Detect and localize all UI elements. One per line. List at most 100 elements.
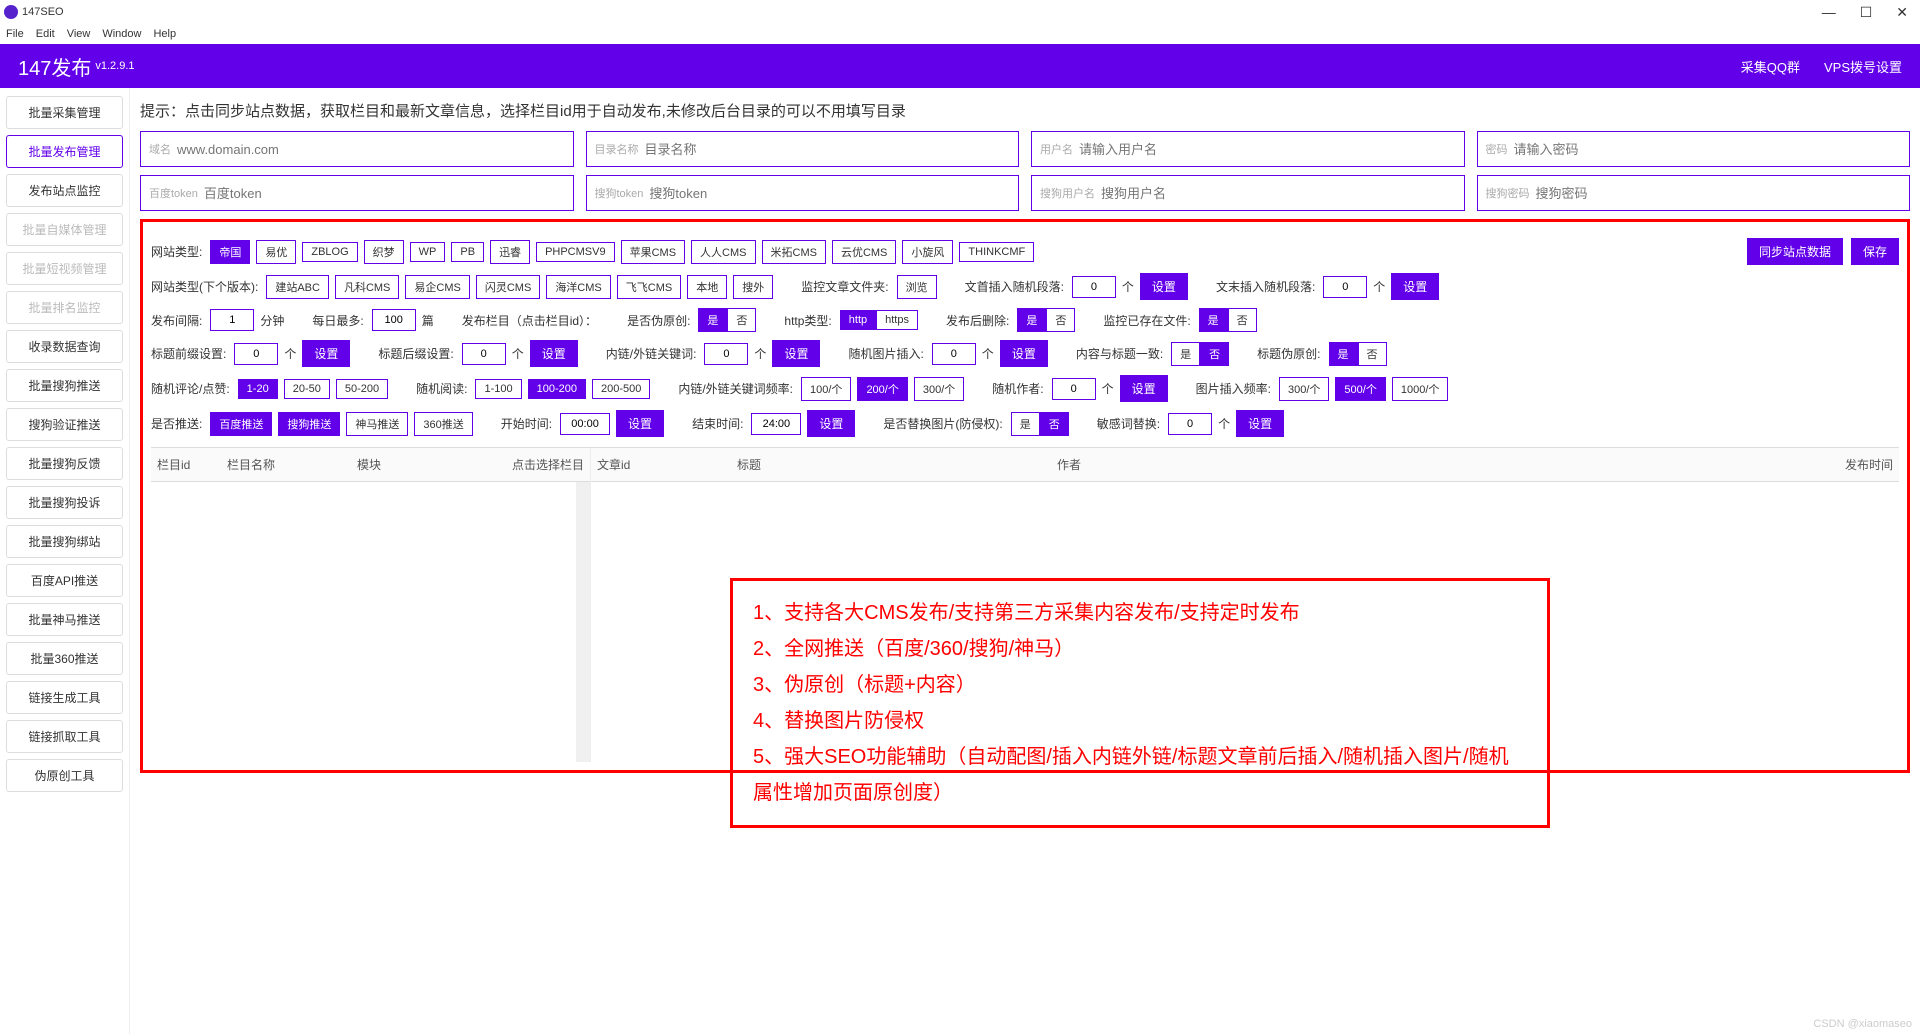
th-col-id[interactable]: 栏目id bbox=[151, 448, 221, 481]
input-title-prefix[interactable] bbox=[234, 343, 278, 365]
sidebar-item-1[interactable]: 批量发布管理 bbox=[6, 135, 123, 168]
input-sgpwd[interactable] bbox=[1536, 186, 1902, 201]
toggle-replace-img[interactable]: 是否 bbox=[1011, 412, 1069, 436]
th-article-author[interactable]: 作者 bbox=[1051, 448, 1819, 481]
set-rand-img[interactable]: 设置 bbox=[1000, 340, 1048, 367]
sidebar-item-5[interactable]: 批量排名监控 bbox=[6, 291, 123, 324]
th-article-id[interactable]: 文章id bbox=[591, 448, 731, 481]
set-prefix-button[interactable]: 设置 bbox=[1140, 273, 1188, 300]
opt-imgfreq-2[interactable]: 1000/个 bbox=[1392, 377, 1449, 401]
tag-sitetype-11[interactable]: 云优CMS bbox=[832, 240, 896, 264]
tag-next-1[interactable]: 凡科CMS bbox=[335, 275, 399, 299]
menu-window[interactable]: Window bbox=[102, 28, 141, 40]
opt-push-3[interactable]: 360推送 bbox=[414, 412, 472, 436]
tag-next-0[interactable]: 建站ABC bbox=[266, 275, 329, 299]
sidebar-item-3[interactable]: 批量自媒体管理 bbox=[6, 213, 123, 246]
input-domain[interactable] bbox=[177, 142, 565, 157]
input-pwd[interactable] bbox=[1514, 142, 1902, 157]
tag-sitetype-4[interactable]: WP bbox=[410, 242, 446, 262]
sidebar-item-15[interactable]: 链接生成工具 bbox=[6, 681, 123, 714]
opt-comment-0[interactable]: 1-20 bbox=[238, 379, 278, 399]
browse-button[interactable]: 浏览 bbox=[897, 275, 937, 299]
opt-read-0[interactable]: 1-100 bbox=[475, 379, 521, 399]
maximize-button[interactable]: ☐ bbox=[1860, 4, 1873, 21]
input-sensitive[interactable] bbox=[1168, 413, 1212, 435]
tag-sitetype-1[interactable]: 易优 bbox=[256, 240, 296, 264]
opt-read-1[interactable]: 100-200 bbox=[528, 379, 586, 399]
input-interval[interactable] bbox=[210, 309, 254, 331]
set-author[interactable]: 设置 bbox=[1120, 375, 1168, 402]
sidebar-item-13[interactable]: 批量神马推送 bbox=[6, 603, 123, 636]
menu-file[interactable]: File bbox=[6, 28, 24, 40]
minimize-button[interactable]: — bbox=[1822, 4, 1836, 21]
set-link-kw[interactable]: 设置 bbox=[772, 340, 820, 367]
toggle-exist[interactable]: 是否 bbox=[1199, 308, 1257, 332]
th-article-time[interactable]: 发布时间 bbox=[1819, 448, 1899, 481]
opt-push-2[interactable]: 神马推送 bbox=[346, 412, 408, 436]
toggle-title-pseudo[interactable]: 是否 bbox=[1329, 342, 1387, 366]
input-suffix-para[interactable] bbox=[1323, 276, 1367, 298]
th-article-title[interactable]: 标题 bbox=[731, 448, 1051, 481]
sync-site-button[interactable]: 同步站点数据 bbox=[1747, 238, 1843, 265]
th-col-module[interactable]: 模块 bbox=[351, 448, 471, 481]
input-sguser[interactable] bbox=[1101, 186, 1456, 201]
save-button[interactable]: 保存 bbox=[1851, 238, 1899, 265]
tag-next-3[interactable]: 闪灵CMS bbox=[476, 275, 540, 299]
sidebar-item-12[interactable]: 百度API推送 bbox=[6, 564, 123, 597]
sidebar-item-4[interactable]: 批量短视频管理 bbox=[6, 252, 123, 285]
tag-sitetype-6[interactable]: 迅睿 bbox=[490, 240, 530, 264]
input-sgtoken[interactable] bbox=[649, 186, 1010, 201]
opt-linkfreq-0[interactable]: 100/个 bbox=[801, 377, 851, 401]
th-col-select[interactable]: 点击选择栏目 bbox=[471, 448, 590, 481]
tag-sitetype-3[interactable]: 织梦 bbox=[364, 240, 404, 264]
input-start-time[interactable] bbox=[560, 413, 610, 435]
sidebar-item-10[interactable]: 批量搜狗投诉 bbox=[6, 486, 123, 519]
opt-linkfreq-2[interactable]: 300/个 bbox=[914, 377, 964, 401]
input-dir[interactable] bbox=[645, 142, 1011, 157]
input-user[interactable] bbox=[1079, 142, 1456, 157]
opt-imgfreq-1[interactable]: 500/个 bbox=[1335, 377, 1385, 401]
input-rand-img[interactable] bbox=[932, 343, 976, 365]
opt-push-1[interactable]: 搜狗推送 bbox=[278, 412, 340, 436]
tag-sitetype-8[interactable]: 苹果CMS bbox=[621, 240, 685, 264]
sidebar-item-7[interactable]: 批量搜狗推送 bbox=[6, 369, 123, 402]
tag-next-6[interactable]: 本地 bbox=[687, 275, 727, 299]
close-button[interactable]: ✕ bbox=[1896, 4, 1908, 21]
opt-linkfreq-1[interactable]: 200/个 bbox=[857, 377, 907, 401]
input-author[interactable] bbox=[1052, 378, 1096, 400]
set-sensitive[interactable]: 设置 bbox=[1236, 410, 1284, 437]
menu-help[interactable]: Help bbox=[153, 28, 176, 40]
set-title-suffix[interactable]: 设置 bbox=[530, 340, 578, 367]
tag-next-4[interactable]: 海洋CMS bbox=[546, 275, 610, 299]
tag-sitetype-10[interactable]: 米拓CMS bbox=[762, 240, 826, 264]
toggle-http[interactable]: httphttps bbox=[840, 310, 918, 330]
sidebar-item-0[interactable]: 批量采集管理 bbox=[6, 96, 123, 129]
tag-sitetype-2[interactable]: ZBLOG bbox=[302, 242, 357, 262]
input-link-kw[interactable] bbox=[704, 343, 748, 365]
sidebar-item-16[interactable]: 链接抓取工具 bbox=[6, 720, 123, 753]
input-end-time[interactable] bbox=[751, 413, 801, 435]
input-prefix-para[interactable] bbox=[1072, 276, 1116, 298]
sidebar-item-6[interactable]: 收录数据查询 bbox=[6, 330, 123, 363]
tag-sitetype-13[interactable]: THINKCMF bbox=[959, 242, 1034, 262]
tag-next-7[interactable]: 搜外 bbox=[733, 275, 773, 299]
link-vps-settings[interactable]: VPS拨号设置 bbox=[1824, 57, 1902, 76]
sidebar-item-9[interactable]: 批量搜狗反馈 bbox=[6, 447, 123, 480]
opt-read-2[interactable]: 200-500 bbox=[592, 379, 650, 399]
input-daily[interactable] bbox=[372, 309, 416, 331]
sidebar-item-8[interactable]: 搜狗验证推送 bbox=[6, 408, 123, 441]
tag-sitetype-9[interactable]: 人人CMS bbox=[691, 240, 755, 264]
sidebar-item-14[interactable]: 批量360推送 bbox=[6, 642, 123, 675]
tag-sitetype-0[interactable]: 帝国 bbox=[210, 240, 250, 264]
scrollbar-left[interactable] bbox=[576, 482, 590, 762]
set-title-prefix[interactable]: 设置 bbox=[302, 340, 350, 367]
toggle-content-title[interactable]: 是否 bbox=[1171, 342, 1229, 366]
tag-sitetype-7[interactable]: PHPCMSV9 bbox=[536, 242, 615, 262]
opt-imgfreq-0[interactable]: 300/个 bbox=[1279, 377, 1329, 401]
set-suffix-button[interactable]: 设置 bbox=[1391, 273, 1439, 300]
opt-comment-2[interactable]: 50-200 bbox=[336, 379, 388, 399]
menu-view[interactable]: View bbox=[67, 28, 91, 40]
tag-sitetype-12[interactable]: 小旋风 bbox=[902, 240, 953, 264]
toggle-pseudo[interactable]: 是否 bbox=[698, 308, 756, 332]
link-qq-group[interactable]: 采集QQ群 bbox=[1741, 57, 1800, 76]
